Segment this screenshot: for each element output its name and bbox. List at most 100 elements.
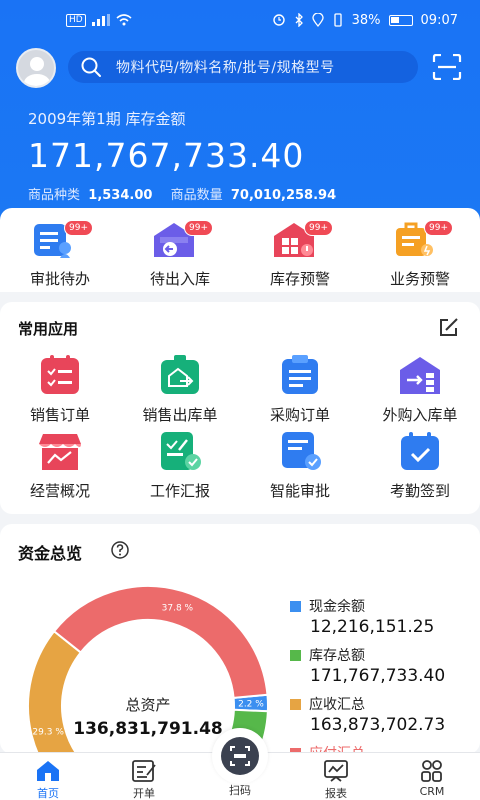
app-label: 经营概况 — [29, 482, 90, 500]
avatar[interactable] — [16, 48, 56, 88]
legend-value: 163,873,702.73 — [310, 715, 446, 735]
app-attendance[interactable]: 考勤签到 — [360, 430, 480, 501]
smart-approval-icon — [282, 432, 321, 470]
nav-create-order[interactable]: 开单 — [96, 753, 192, 800]
help-icon[interactable] — [110, 540, 130, 560]
legend-swatch — [290, 649, 301, 661]
apps-title: 常用应用 — [18, 320, 79, 338]
app-label: 销售订单 — [29, 406, 90, 424]
hd-indicator: HD — [66, 13, 86, 27]
status-bar: HD 38% 09:07 — [0, 0, 480, 40]
work-report-icon — [161, 432, 201, 470]
business-overview-icon — [39, 434, 81, 470]
funds-donut-chart: 2.2 %30.729.3 %37.8 % 总资产 136,831,791.48 — [27, 585, 269, 754]
donut-center-label: 总资产 — [125, 696, 170, 714]
app-purchase-inbound[interactable]: 外购入库单 — [360, 354, 480, 425]
scan-icon — [230, 746, 250, 766]
quick-label: 审批待办 — [29, 270, 90, 288]
donut-slice-label: 2.2 % — [238, 699, 264, 709]
create-order-icon — [132, 760, 156, 782]
nav-crm[interactable]: CRM — [384, 753, 480, 798]
purchase-inbound-icon — [400, 357, 440, 394]
legend-value: 171,767,733.40 — [310, 666, 446, 686]
signal-icon — [91, 14, 110, 26]
funds-overview-card: 资金总览 2.2 %30.729.3 %37.8 % 总资产 136,831,7… — [0, 524, 480, 754]
inout-badge: 99+ — [184, 220, 213, 236]
quick-label: 业务预警 — [389, 270, 450, 288]
vibrate-icon — [333, 13, 342, 27]
qty-label: 商品数量 — [170, 188, 223, 203]
nav-label: 报表 — [325, 787, 347, 800]
quick-item-business-warning[interactable]: 99+ 业务预警 — [360, 208, 480, 292]
app-label: 智能审批 — [269, 482, 330, 500]
approval-badge: 99+ — [64, 220, 93, 236]
attendance-icon — [401, 432, 439, 470]
crm-icon — [421, 760, 442, 782]
donut-slice-label: 29.3 % — [32, 727, 64, 737]
legend-swatch — [290, 600, 301, 612]
scan-icon[interactable] — [432, 54, 462, 80]
app-sales-outbound[interactable]: 销售出库单 — [120, 354, 240, 425]
search-input[interactable]: 物料代码/物料名称/批号/规格型号 — [68, 51, 418, 83]
app-label: 销售出库单 — [142, 406, 218, 424]
quick-label: 待出入库 — [149, 270, 210, 288]
legend-item-receivable[interactable]: 应收汇总 163,873,702.73 — [290, 694, 470, 735]
quick-label: 库存预警 — [269, 270, 330, 288]
quick-item-stock-warning[interactable]: 99+ 库存预警 — [240, 208, 360, 292]
bluetooth-icon — [295, 13, 303, 27]
nav-home[interactable]: 首页 — [0, 753, 96, 800]
search-placeholder: 物料代码/物料名称/批号/规格型号 — [116, 60, 335, 76]
app-smart-approval[interactable]: 智能审批 — [240, 430, 360, 501]
quick-item-inout[interactable]: 99+ 待出入库 — [120, 208, 240, 292]
alarm-icon — [272, 14, 285, 26]
funds-legend: 现金余额 12,216,151.25 库存总额 171,767,733.40 应… — [290, 596, 470, 754]
app-label: 考勤签到 — [389, 482, 450, 500]
nav-label: 开单 — [133, 787, 155, 800]
period-label: 2009年第1期 库存金额 — [28, 110, 186, 128]
business-warning-badge: 99+ — [424, 220, 453, 236]
app-label: 外购入库单 — [382, 406, 458, 424]
report-icon — [324, 760, 348, 782]
battery-percent: 38% — [351, 12, 381, 28]
home-icon — [37, 761, 59, 781]
funds-title: 资金总览 — [18, 544, 83, 563]
scan-button[interactable] — [212, 728, 268, 784]
app-work-report[interactable]: 工作汇报 — [120, 430, 240, 501]
sales-order-icon — [41, 355, 79, 394]
quick-access-card: 99+ 审批待办 99+ 待出入库 99+ 库存预警 99+ 业务预警 — [0, 208, 480, 292]
legend-item-cash[interactable]: 现金余额 12,216,151.25 — [290, 596, 470, 637]
quick-item-approval[interactable]: 99+ 审批待办 — [0, 208, 120, 292]
battery-icon — [388, 14, 413, 26]
inventory-stats: 商品种类 1,534.00 商品数量 70,010,258.94 — [28, 184, 350, 203]
inventory-amount: 171,767,733.40 — [28, 136, 305, 175]
qty-value: 70,010,258.94 — [230, 188, 337, 203]
edit-icon[interactable] — [438, 316, 460, 338]
app-label: 采购订单 — [269, 406, 330, 424]
legend-label: 应收汇总 — [309, 697, 365, 713]
common-apps-card: 常用应用 销售订单 销售出库单 采购订单 外购入库单 经营概况 工作汇报 智能审… — [0, 302, 480, 514]
legend-label: 库存总额 — [309, 648, 365, 664]
nav-label: CRM — [419, 785, 445, 798]
legend-value: 12,216,151.25 — [310, 617, 435, 637]
search-icon — [81, 57, 101, 77]
legend-item-inventory[interactable]: 库存总额 171,767,733.40 — [290, 645, 470, 686]
nav-report[interactable]: 报表 — [288, 753, 384, 800]
app-business-overview[interactable]: 经营概况 — [0, 430, 120, 501]
donut-center-value: 136,831,791.48 — [73, 719, 223, 739]
app-sales-order[interactable]: 销售订单 — [0, 354, 120, 425]
status-time: 09:07 — [420, 12, 458, 28]
location-icon — [311, 13, 324, 27]
nav-label: 首页 — [37, 787, 59, 800]
nav-label: 扫码 — [229, 784, 251, 797]
stock-warning-badge: 99+ — [304, 220, 333, 236]
scan-button-core — [221, 737, 259, 775]
kinds-value: 1,534.00 — [88, 188, 153, 203]
wifi-icon — [116, 14, 132, 26]
purchase-order-icon — [282, 355, 318, 394]
header: HD 38% 09:07 物料代码/物料名称/批号/规格型号 2009年第1期 … — [0, 0, 480, 230]
kinds-label: 商品种类 — [28, 188, 81, 203]
legend-label: 现金余额 — [309, 599, 365, 615]
legend-swatch — [290, 698, 301, 710]
app-purchase-order[interactable]: 采购订单 — [240, 354, 360, 425]
sales-outbound-icon — [161, 355, 199, 394]
